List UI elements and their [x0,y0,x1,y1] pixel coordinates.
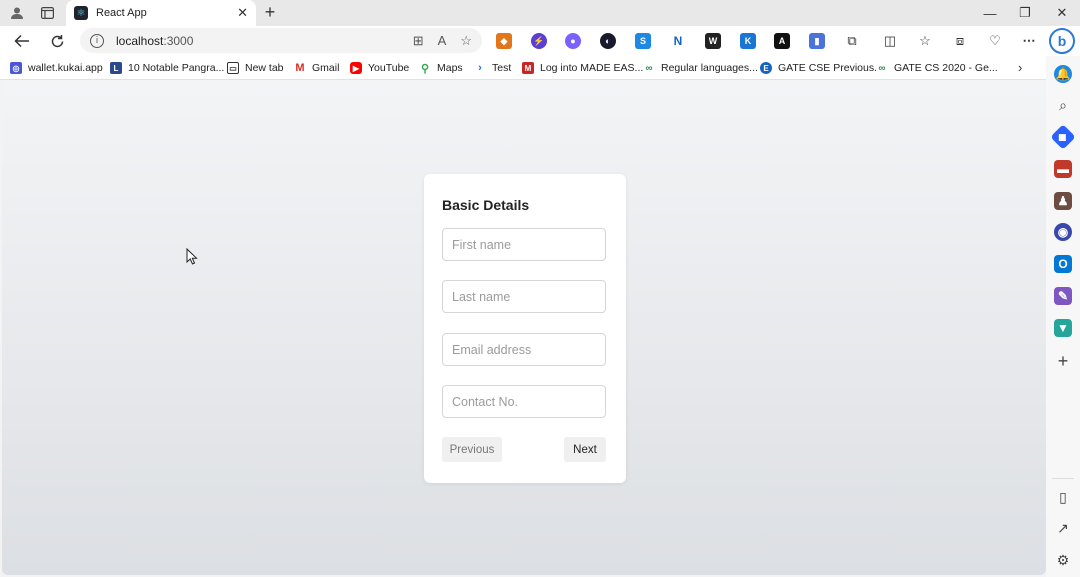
react-icon: ⚛ [74,6,88,20]
designer-icon[interactable]: ▼ [1054,319,1072,337]
extensions-puzzle-icon[interactable]: ⧉ [843,32,861,50]
test-icon: › [474,62,486,74]
add-icon[interactable]: + [1054,351,1072,371]
url-text: localhost:3000 [116,34,399,48]
outlook-icon[interactable]: O [1054,255,1072,273]
url-host: localhost [116,33,164,48]
new-tab-button[interactable]: + [260,2,280,22]
gate-icon: E [760,62,772,74]
extension-doc-icon[interactable]: ▮ [809,33,825,49]
extension-k-icon[interactable]: K [740,33,756,49]
bookmark-item[interactable]: ◎ wallet.kukai.app [10,60,103,76]
bookmark-label: 10 Notable Pangra... [128,62,225,74]
apps-icon[interactable]: ⊞ [413,33,424,49]
drop-icon[interactable]: ✎ [1054,287,1072,305]
gmail-icon: M [294,62,306,74]
read-aloud-icon[interactable]: A [438,33,447,48]
close-icon[interactable]: ✕ [237,5,248,21]
geeks-icon: ∞ [643,62,655,74]
bookmark-item[interactable]: L 10 Notable Pangra... [110,60,224,76]
edge-sidebar: 🔔 ⌕ ◆ ▬ ♟ ◉ O ✎ ▼ + ▯ ↗ ⚙ [1046,56,1080,577]
sidebar-layout-icon[interactable]: ▯ [1054,488,1072,506]
minimize-button[interactable]: — [976,3,1004,23]
bookmark-label: Log into MADE EAS... [540,62,644,74]
favorite-star-icon[interactable]: ☆ [460,33,472,49]
settings-gear-icon[interactable]: ⚙ [1054,551,1072,569]
tools-briefcase-icon[interactable]: ▬ [1054,160,1072,178]
previous-button[interactable]: Previous [442,437,502,462]
extension-a-icon[interactable]: A [774,33,790,49]
search-icon[interactable]: ⌕ [1054,96,1072,114]
extension-w-icon[interactable]: W [705,33,721,49]
extension-circle-icon[interactable]: ◐ [600,33,616,49]
collections-icon[interactable]: ⧈ [951,32,969,50]
restore-button[interactable]: ❐ [1011,3,1039,23]
extension-s-icon[interactable]: S [635,33,651,49]
bookmark-label: GATE CS 2020 - Ge... [894,62,998,74]
sidebar-divider [1052,478,1074,479]
profile-icon[interactable] [7,4,27,22]
workspaces-icon[interactable] [37,4,57,22]
geeks-icon: ∞ [876,62,888,74]
tab-title: React App [96,7,147,19]
title-bar: ⚛ React App ✕ + — ❐ ✕ [0,0,1080,26]
microsoft-365-icon[interactable]: ◉ [1054,223,1072,241]
bookmark-label: Regular languages... [661,62,758,74]
bookmark-label: wallet.kukai.app [28,62,103,74]
made-easy-icon: M [522,62,534,74]
page-viewport: Basic Details Previous Next [2,81,1046,575]
performance-icon[interactable]: ♡ [986,32,1004,50]
games-icon[interactable]: ♟ [1054,192,1072,210]
email-input[interactable] [442,333,606,366]
bookmark-label: Gmail [312,62,340,74]
copilot-icon[interactable]: b [1049,28,1075,54]
shopping-tag-icon[interactable]: ◆ [1050,124,1076,150]
first-name-input[interactable] [442,228,606,261]
extension-n-icon[interactable]: N [670,33,686,49]
address-bar[interactable]: i localhost:3000 ⊞ A ☆ [80,28,482,53]
maps-icon: ⚲ [419,62,431,75]
bookmark-label: New tab [245,62,284,74]
bookmark-item[interactable]: ⚲ Maps [419,60,463,76]
bookmark-label: GATE CSE Previous... [778,62,883,74]
page-icon: L [110,62,122,74]
bookmark-item[interactable]: ▶ YouTube [350,60,409,76]
back-icon[interactable] [10,30,34,52]
more-menu-icon[interactable]: ⋯ [1020,32,1038,50]
browser-toolbar: i localhost:3000 ⊞ A ☆ ◆ ⚡ ● ◐ S N W K A… [0,26,1080,56]
refresh-icon[interactable] [45,30,69,52]
window-close-button[interactable]: ✕ [1048,3,1076,23]
metamask-extension-icon[interactable]: ◆ [496,33,512,49]
youtube-icon: ▶ [350,62,362,74]
basic-details-card: Basic Details Previous Next [424,174,626,483]
bookmark-item[interactable]: E GATE CSE Previous... [760,60,883,76]
bookmark-label: YouTube [368,62,410,74]
bookmark-item[interactable]: ∞ GATE CS 2020 - Ge... [876,60,998,76]
notifications-bell-icon[interactable]: 🔔 [1054,65,1072,83]
bookmark-label: Maps [437,62,463,74]
external-link-icon[interactable]: ↗ [1054,519,1072,537]
url-port: :3000 [163,33,194,48]
contact-input[interactable] [442,385,606,418]
chevron-right-icon[interactable]: › [1018,60,1022,75]
bookmarks-bar: ◎ wallet.kukai.app L 10 Notable Pangra... … [0,56,1046,80]
next-button[interactable]: Next [564,437,606,462]
info-icon[interactable]: i [90,33,104,48]
bookmark-item[interactable]: ∞ Regular languages... [643,60,758,76]
mouse-cursor-icon [186,248,198,265]
newtab-icon: ▭ [227,62,239,74]
extension-cloud-icon[interactable]: ● [565,33,581,49]
tab-react-app[interactable]: ⚛ React App ✕ [66,0,256,26]
extension-bolt-icon[interactable]: ⚡ [531,33,547,49]
bookmark-item[interactable]: ▭ New tab [227,60,284,76]
kukai-icon: ◎ [10,62,22,74]
last-name-input[interactable] [442,280,606,313]
bookmark-label: Test [492,62,512,74]
bookmark-item[interactable]: › Test [474,60,511,76]
bookmark-item[interactable]: M Gmail [294,60,339,76]
split-screen-icon[interactable]: ◫ [881,32,899,50]
bookmark-item[interactable]: M Log into MADE EAS... [522,60,643,76]
form-title: Basic Details [442,197,530,213]
favorites-icon[interactable]: ☆ [916,32,934,50]
